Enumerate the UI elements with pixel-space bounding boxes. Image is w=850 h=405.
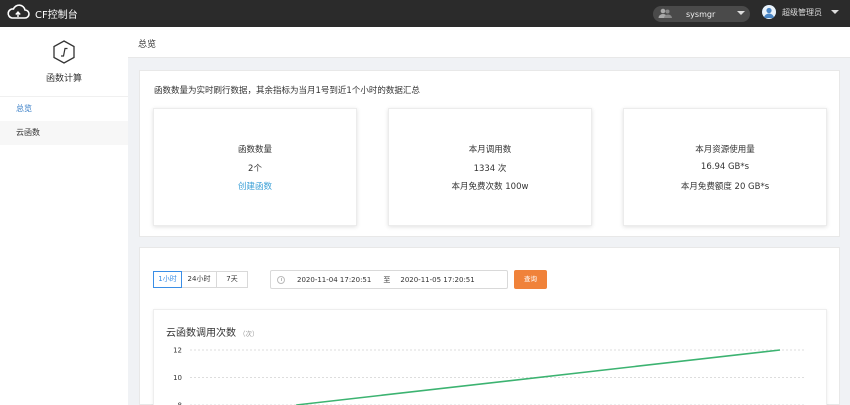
app-logo[interactable]: CF控制台 — [6, 4, 78, 23]
admin-menu[interactable]: 超级管理员 — [762, 5, 839, 19]
sidebar-brand: 函数计算 — [0, 27, 128, 97]
cloud-icon — [6, 4, 30, 23]
function-icon — [53, 39, 75, 67]
stat-extra: 本月免费额度 20 GB*s — [680, 182, 770, 192]
end-time-value[interactable]: 2020-11-05 17:20:51 — [400, 276, 474, 284]
user-select-value: sysmgr — [686, 9, 716, 19]
sidebar-item-cloud-functions[interactable]: 云函数 — [0, 121, 128, 145]
page-header: 总览 — [128, 27, 850, 58]
date-range-picker[interactable]: 2020-11-04 17:20:51 至 2020-11-05 17:20:5… — [270, 270, 508, 289]
stat-card-invocations: 本月调用数 1334 次 本月免费次数 100w — [388, 108, 592, 226]
sidebar-item-overview[interactable]: 总览 — [0, 97, 128, 121]
overview-description: 函数数量为实时刷行数据，其余指标为当月1号到近1个小时的数据汇总 — [154, 86, 420, 96]
y-tick-label: 10 — [173, 374, 182, 382]
stat-card-function-count: 函数数量 2个 创建函数 — [153, 108, 357, 226]
time-range-tabs: 1小时 24小时 7天 — [153, 271, 248, 288]
create-function-link[interactable]: 创建函数 — [154, 180, 356, 192]
sidebar-brand-title: 函数计算 — [45, 73, 82, 84]
tab-7-days[interactable]: 7天 — [216, 271, 248, 288]
user-group-icon — [658, 8, 672, 21]
stat-title: 本月调用数 — [468, 145, 512, 155]
tab-24-hours[interactable]: 24小时 — [181, 271, 217, 288]
sidebar: 函数计算 总览 云函数 — [0, 27, 128, 405]
stat-value: 2个 — [248, 164, 262, 174]
chart-plot: 12 10 8 — [173, 347, 804, 405]
query-button[interactable]: 查询 — [514, 270, 547, 289]
tab-1-hour[interactable]: 1小时 — [153, 271, 182, 288]
y-tick-label: 8 — [178, 402, 182, 405]
user-select-dropdown[interactable]: sysmgr — [653, 6, 750, 22]
chevron-down-icon — [831, 8, 839, 17]
metrics-card: 1小时 24小时 7天 2020-11-04 17:20:51 至 2020-1… — [139, 247, 840, 405]
stat-title: 函数数量 — [237, 145, 272, 155]
overview-card: 函数数量为实时刷行数据，其余指标为当月1号到近1个小时的数据汇总 函数数量 2个… — [139, 70, 840, 237]
range-separator: 至 — [383, 275, 391, 284]
avatar-icon — [762, 5, 776, 19]
start-time-value[interactable]: 2020-11-04 17:20:51 — [297, 276, 371, 284]
page-title: 总览 — [138, 40, 157, 50]
top-bar: CF控制台 sysmgr 超级管理员 — [0, 0, 850, 27]
stat-extra: 本月免费次数 100w — [451, 182, 529, 192]
clock-icon — [277, 275, 285, 284]
stat-value: 1334 次 — [473, 164, 507, 174]
stat-value: 16.94 GB*s — [700, 162, 750, 172]
admin-label: 超级管理员 — [782, 7, 822, 17]
invocation-chart: 云函数调用次数（次） 12108 — [153, 309, 827, 405]
chevron-down-icon — [737, 9, 745, 19]
y-tick-label: 12 — [173, 347, 182, 355]
stat-title: 本月资源使用量 — [695, 145, 755, 155]
stat-card-resource-usage: 本月资源使用量 16.94 GB*s 本月免费额度 20 GB*s — [623, 108, 827, 226]
app-title: CF控制台 — [35, 10, 78, 21]
